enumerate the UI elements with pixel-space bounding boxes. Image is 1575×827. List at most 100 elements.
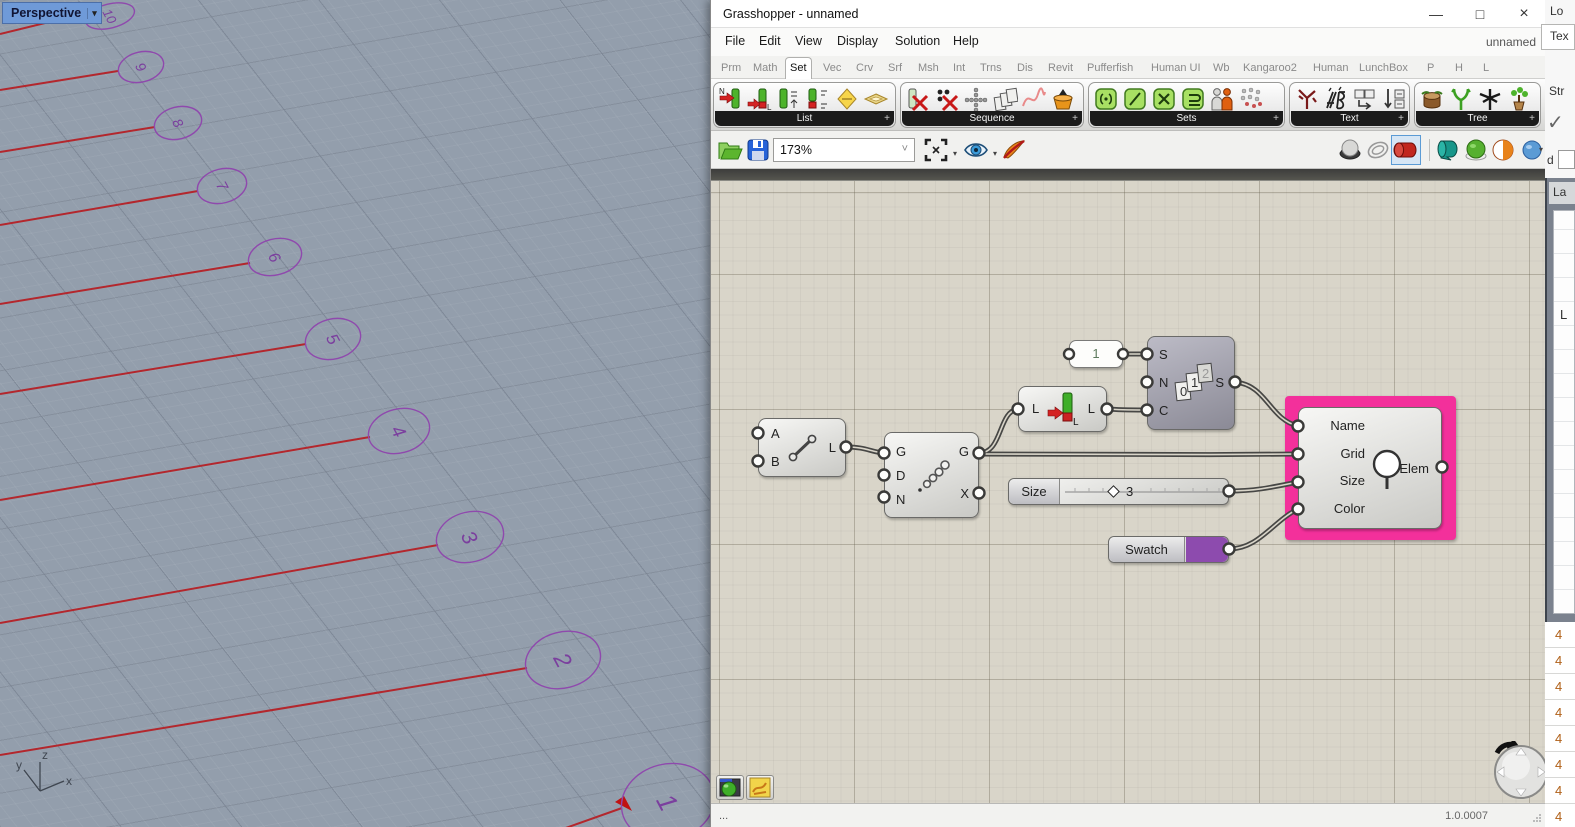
size-slider[interactable]: Size 3 [1008, 478, 1229, 505]
random-reduce-icon[interactable] [934, 86, 960, 112]
tab-crv[interactable]: Crv [852, 59, 877, 79]
viewport-title-tab[interactable]: Perspective ▾ [2, 2, 102, 24]
group-more-sets[interactable]: + [1273, 111, 1279, 126]
member-index-icon[interactable] [1209, 86, 1235, 112]
swatch-color-field[interactable] [1186, 537, 1228, 562]
viewport-preview-toggle[interactable] [716, 775, 744, 800]
divide-component[interactable]: G D N G X [884, 432, 979, 518]
pick-choose-icon[interactable] [834, 86, 860, 112]
panel-field-d[interactable] [1558, 150, 1575, 169]
divide-output-x[interactable]: X [960, 486, 969, 501]
group-more-text[interactable]: + [1398, 111, 1404, 126]
set-difference-icon[interactable] [1122, 86, 1148, 112]
tab-msh[interactable]: Msh [914, 59, 943, 79]
divide-input-g[interactable]: G [896, 444, 906, 459]
line-input-a[interactable]: A [771, 426, 780, 441]
menu-solution[interactable]: Solution [895, 34, 940, 48]
text-split-icon[interactable] [1294, 86, 1320, 112]
cull-pattern-icon[interactable] [863, 86, 889, 112]
preview-blue-caret-icon[interactable]: ▾ [1539, 145, 1543, 154]
text-case-icon[interactable] [1323, 86, 1349, 112]
sketch-tool-icon[interactable] [1001, 137, 1027, 163]
viewport-menu-caret-icon[interactable]: ▾ [87, 7, 97, 19]
open-file-icon[interactable] [717, 137, 743, 163]
list-item[interactable]: 4 [1545, 700, 1575, 726]
series-input-s[interactable]: S [1159, 347, 1168, 362]
list-length-component[interactable]: L L L [1018, 386, 1107, 432]
list-item[interactable]: 4 [1545, 622, 1575, 648]
colour-swatch[interactable]: Swatch [1108, 536, 1229, 563]
tab-kangaroo2[interactable]: Kangaroo2 [1239, 59, 1301, 79]
line-output-l[interactable]: L [829, 440, 836, 455]
list-item[interactable]: 4 [1545, 648, 1575, 674]
divide-input-d[interactable]: D [896, 468, 905, 483]
series-input-c[interactable]: C [1159, 403, 1168, 418]
preview-shaded-icon[interactable] [1337, 137, 1363, 163]
resize-grip[interactable] [1532, 813, 1542, 823]
grid-component[interactable]: Name Grid Size Color Elem [1298, 407, 1442, 529]
combo-caret-icon[interactable]: ˅ [902, 143, 908, 155]
series-stack-icon[interactable] [992, 86, 1018, 112]
tree-stump-icon[interactable] [1419, 86, 1445, 112]
line-input-b[interactable]: B [771, 454, 780, 469]
list-item[interactable]: 4 [1545, 778, 1575, 804]
tab-wb[interactable]: Wb [1209, 59, 1234, 79]
size-slider-rail[interactable] [1061, 479, 1227, 504]
set-union-icon[interactable] [1180, 86, 1206, 112]
tab-h[interactable]: H [1451, 59, 1467, 79]
number-panel[interactable]: 1 [1069, 340, 1123, 368]
grid-input-grid[interactable]: Grid [1313, 446, 1365, 461]
gh-canvas[interactable]: A B L G D N G X 1 L L L S N C S 0 1 2 Si… [711, 181, 1546, 803]
sort-keys-icon[interactable] [805, 86, 831, 112]
tab-srf[interactable]: Srf [884, 59, 906, 79]
tab-human[interactable]: Human [1309, 59, 1352, 79]
simplify-tree-icon[interactable] [1506, 86, 1532, 112]
graft-tree-icon[interactable] [1448, 86, 1474, 112]
tab-human-ui[interactable]: Human UI [1147, 59, 1205, 79]
tab-dis[interactable]: Dis [1013, 59, 1037, 79]
list-length-output[interactable]: L [1088, 401, 1095, 416]
tab-lunchbox[interactable]: LunchBox [1355, 59, 1412, 79]
create-set-icon[interactable] [1093, 86, 1119, 112]
divide-output-g[interactable]: G [959, 444, 969, 459]
divide-input-n[interactable]: N [896, 492, 905, 507]
preview-eye-icon[interactable] [963, 137, 989, 163]
preview-wireframe-icon[interactable] [1365, 137, 1391, 163]
sub-set-icon[interactable] [1238, 86, 1264, 112]
tab-set[interactable]: Set [785, 57, 812, 79]
menu-edit[interactable]: Edit [759, 34, 781, 48]
list-item[interactable]: 4 [1545, 804, 1575, 827]
tab-pufferfish[interactable]: Pufferfish [1083, 59, 1137, 79]
flatten-tree-icon[interactable] [1477, 86, 1503, 112]
concatenate-icon[interactable] [1352, 86, 1378, 112]
menu-view[interactable]: View [795, 34, 822, 48]
titlebar[interactable]: Grasshopper - unnamed — □ × [711, 0, 1546, 28]
range-icon[interactable] [963, 86, 989, 112]
tab-vec[interactable]: Vec [819, 59, 845, 79]
layer-list[interactable]: L [1553, 210, 1575, 614]
list-length-input[interactable]: L [1032, 401, 1039, 416]
preview-teal-icon[interactable] [1435, 137, 1461, 163]
text-sort-icon[interactable] [1381, 86, 1407, 112]
group-more-sequence[interactable]: + [1072, 111, 1078, 126]
preview-shaded-red-icon[interactable] [1393, 137, 1419, 163]
list-item[interactable]: 4 [1545, 674, 1575, 700]
menu-help[interactable]: Help [953, 34, 979, 48]
list-item[interactable]: 4 [1545, 726, 1575, 752]
preview-green-icon[interactable] [1463, 137, 1489, 163]
tab-p[interactable]: P [1423, 59, 1438, 79]
list-item[interactable]: 4 [1545, 752, 1575, 778]
group-more-list[interactable]: + [884, 111, 890, 126]
grid-input-color[interactable]: Color [1313, 501, 1365, 516]
minimize-button[interactable]: — [1414, 0, 1458, 28]
jitter-icon[interactable] [1021, 86, 1047, 112]
grid-input-name[interactable]: Name [1313, 418, 1365, 433]
maximize-button[interactable]: □ [1458, 0, 1502, 28]
tab-revit[interactable]: Revit [1044, 59, 1077, 79]
panel-field-tex[interactable]: Tex [1541, 24, 1575, 50]
tab-int[interactable]: Int [949, 59, 969, 79]
sort-list-icon[interactable] [776, 86, 802, 112]
preview-half-icon[interactable] [1490, 137, 1516, 163]
list-item-icon[interactable]: L [747, 86, 773, 112]
zoom-extents-caret-icon[interactable]: ▾ [953, 149, 957, 158]
